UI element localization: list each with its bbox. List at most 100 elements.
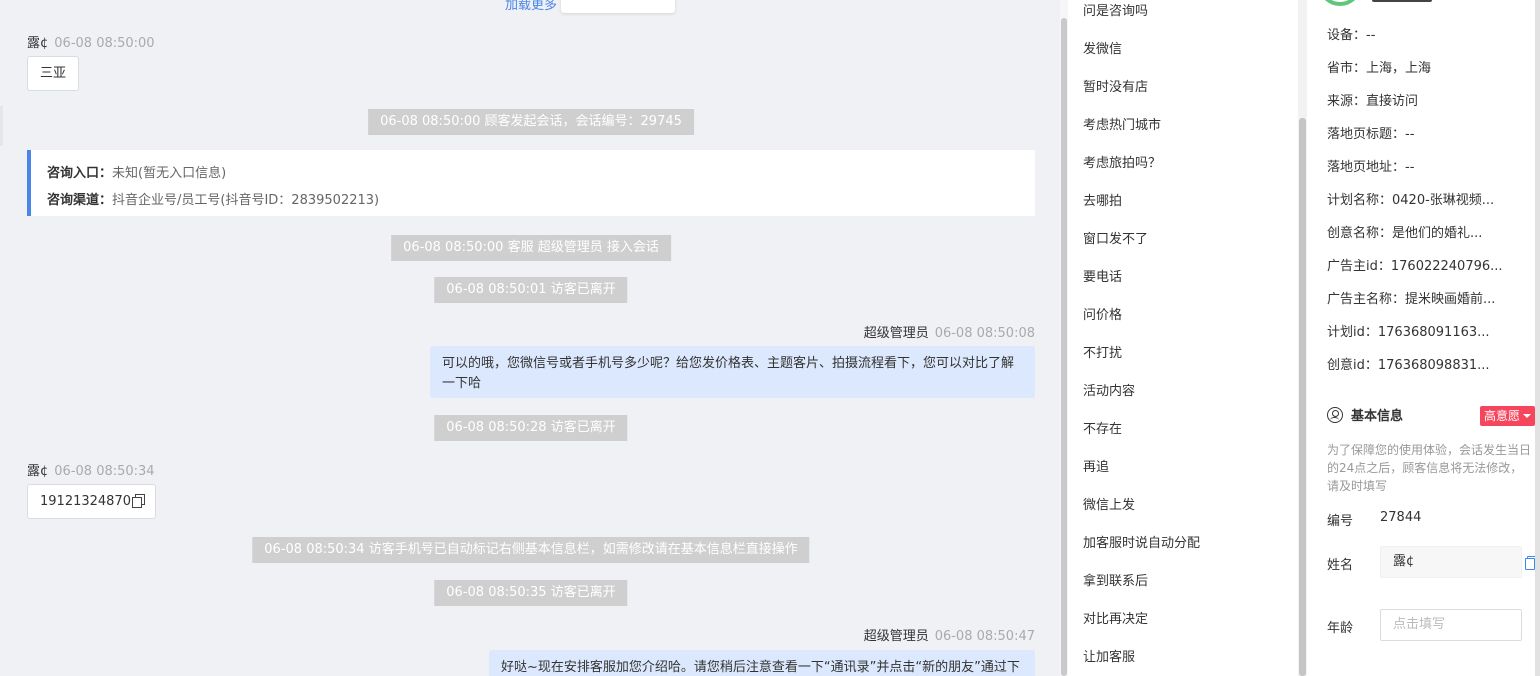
intent-badge-label: 高意愿 (1484, 409, 1521, 423)
info-value: -- (1366, 28, 1376, 43)
chat-scrollbar-thumb[interactable] (1061, 18, 1067, 676)
info-plan-name: 计划名称：0420-张琳视频... (1327, 189, 1494, 208)
info-region: 省市：上海，上海 (1327, 57, 1431, 76)
consult-entry-row: 咨询入口：未知(暂无入口信息) (47, 160, 1035, 187)
name-label: 姓名 (1327, 558, 1354, 573)
load-more-link[interactable]: 加载更多 (505, 0, 557, 13)
info-value: -- (1405, 127, 1415, 142)
info-value: 是他们的婚礼... (1392, 226, 1483, 241)
info-value: 上海，上海 (1366, 61, 1432, 76)
visitor-message: 三亚 (27, 56, 80, 91)
message-meta: 超级管理员 06-08 08:50:08 (864, 322, 1035, 341)
info-advertiser-name: 广告主名称：提米映画婚前... (1327, 288, 1495, 307)
floating-tooltip (561, 0, 675, 13)
basic-info-title: 基本信息 (1351, 409, 1404, 424)
system-message: 06-08 08:50:01 访客已离开 (434, 277, 628, 303)
info-device: 设备：-- (1327, 24, 1375, 43)
info-plan-id: 计划id：176368091163... (1327, 321, 1490, 340)
message-time: 06-08 08:50:08 (934, 326, 1035, 341)
quick-reply-item[interactable]: 考虑热门城市 (1083, 114, 1161, 133)
info-creative-id: 创意id：176368098831... (1327, 354, 1490, 373)
name-field[interactable]: 露¢ (1380, 546, 1522, 578)
quick-reply-item[interactable]: 不打扰 (1083, 342, 1122, 361)
system-message: 06-08 08:50:34 访客手机号已自动标记右侧基本信息栏，如需修改请在基… (252, 537, 810, 563)
info-label: 广告主id： (1327, 259, 1391, 274)
quick-reply-item[interactable]: 要电话 (1083, 266, 1122, 285)
sender-name: 露¢ (27, 464, 49, 479)
info-value: -- (1405, 160, 1415, 175)
consult-channel-label: 咨询渠道： (47, 193, 113, 208)
phone-number: 19121324870 (40, 494, 131, 509)
info-value: 直接访问 (1366, 94, 1419, 109)
id-label: 编号 (1327, 514, 1354, 529)
basic-info-heading: 基本信息 (1327, 405, 1403, 424)
chat-panel: 加载更多 露¢ 06-08 08:50:00 三亚 06-08 08:50:00 … (0, 0, 1062, 676)
quick-reply-item[interactable]: 拿到联系后 (1083, 570, 1148, 589)
info-label: 来源： (1327, 94, 1367, 109)
copy-icon[interactable] (1525, 556, 1537, 570)
message-time: 06-08 08:50:47 (934, 629, 1035, 644)
consult-channel-value: 抖音企业号/员工号(抖音号ID：2839502213) (112, 193, 380, 208)
age-label: 年龄 (1327, 621, 1354, 636)
visitor-info-panel: 设备：-- 省市：上海，上海 来源：直接访问 落地页标题：-- 落地页地址：--… (1307, 0, 1540, 676)
consult-info-card: 咨询入口：未知(暂无入口信息) 咨询渠道：抖音企业号/员工号(抖音号ID：283… (27, 150, 1035, 216)
message-time: 06-08 08:50:00 (54, 36, 155, 51)
system-message: 06-08 08:50:28 访客已离开 (434, 415, 628, 441)
info-scrollbar[interactable] (1535, 0, 1540, 676)
sender-name: 超级管理员 (863, 629, 929, 644)
message-time: 06-08 08:50:34 (54, 464, 155, 479)
info-value: 176022240796... (1390, 259, 1503, 274)
age-field[interactable]: 点击填写 (1380, 609, 1522, 641)
info-landing-url: 落地页地址：-- (1327, 156, 1414, 175)
visitor-message: 19121324870 (27, 484, 156, 519)
info-value: 提米映画婚前... (1405, 292, 1496, 307)
copy-icon[interactable] (131, 494, 145, 508)
quick-reply-item[interactable]: 问是咨询吗 (1083, 0, 1148, 19)
quick-reply-item[interactable]: 微信上发 (1083, 494, 1135, 513)
quick-reply-item[interactable]: 对比再决定 (1083, 608, 1148, 627)
info-label: 创意id： (1327, 358, 1378, 373)
visitor-name-clipped (1372, 0, 1432, 2)
quick-reply-item[interactable]: 问价格 (1083, 304, 1122, 323)
agent-message: 可以的哦，您微信号或者手机号多少呢？给您发价格表、主题客片、拍摄流程看下，您可以… (430, 346, 1035, 398)
quick-reply-item[interactable]: 去哪拍 (1083, 190, 1122, 209)
consult-channel-row: 咨询渠道：抖音企业号/员工号(抖音号ID：2839502213) (47, 187, 1035, 214)
edit-notice: 为了保障您的使用体验，会话发生当日的24点之后，顾客信息将无法修改，请及时填写 (1327, 443, 1532, 493)
quick-reply-item[interactable]: 暂时没有店 (1083, 76, 1148, 95)
info-advertiser-id: 广告主id：176022240796... (1327, 255, 1503, 274)
sender-name: 露¢ (27, 36, 49, 51)
info-value: 0420-张琳视频... (1392, 193, 1495, 208)
info-value: 176368098831... (1377, 358, 1490, 373)
consult-entry-value: 未知(暂无入口信息) (112, 166, 227, 181)
quick-reply-item[interactable]: 发微信 (1083, 38, 1122, 57)
intent-dropdown[interactable]: 高意愿 (1480, 406, 1536, 426)
quick-reply-item[interactable]: 活动内容 (1083, 380, 1135, 399)
system-message: 06-08 08:50:00 顾客发起会话，会话编号：29745 (368, 109, 694, 135)
quick-reply-item[interactable]: 不存在 (1083, 418, 1122, 437)
quick-reply-item[interactable]: 让加客服 (1083, 646, 1135, 665)
user-circle-icon (1327, 406, 1343, 423)
quick-reply-item[interactable]: 考虑旅拍吗？ (1083, 152, 1161, 171)
panel-edge (0, 106, 3, 146)
message-meta: 超级管理员 06-08 08:50:47 (864, 625, 1035, 644)
info-landing-title: 落地页标题：-- (1327, 123, 1414, 142)
quick-reply-item[interactable]: 加客服时说自动分配 (1083, 532, 1200, 551)
info-value: 176368091163... (1377, 325, 1490, 340)
sender-name: 超级管理员 (863, 326, 929, 341)
message-meta: 露¢ 06-08 08:50:34 (27, 460, 155, 479)
info-label: 计划名称： (1327, 193, 1393, 208)
quick-reply-item[interactable]: 窗口发不了 (1083, 228, 1148, 247)
info-label: 落地页地址： (1327, 160, 1406, 175)
system-message: 06-08 08:50:00 客服 超级管理员 接入会话 (391, 235, 671, 261)
quick-reply-item[interactable]: 再追 (1083, 456, 1109, 475)
caret-down-icon (1523, 414, 1532, 418)
info-label: 计划id： (1327, 325, 1378, 340)
info-creative-name: 创意名称：是他们的婚礼... (1327, 222, 1482, 241)
info-label: 广告主名称： (1327, 292, 1406, 307)
id-value: 27844 (1380, 510, 1422, 525)
info-label: 落地页标题： (1327, 127, 1406, 142)
info-label: 省市： (1327, 61, 1367, 76)
message-meta: 露¢ 06-08 08:50:00 (27, 32, 155, 51)
agent-message: 好哒~现在安排客服加您介绍哈。请您稍后注意查看一下“通讯录”并点击“新的朋友”通… (489, 650, 1035, 676)
quick-reply-scrollbar-thumb[interactable] (1299, 118, 1306, 676)
